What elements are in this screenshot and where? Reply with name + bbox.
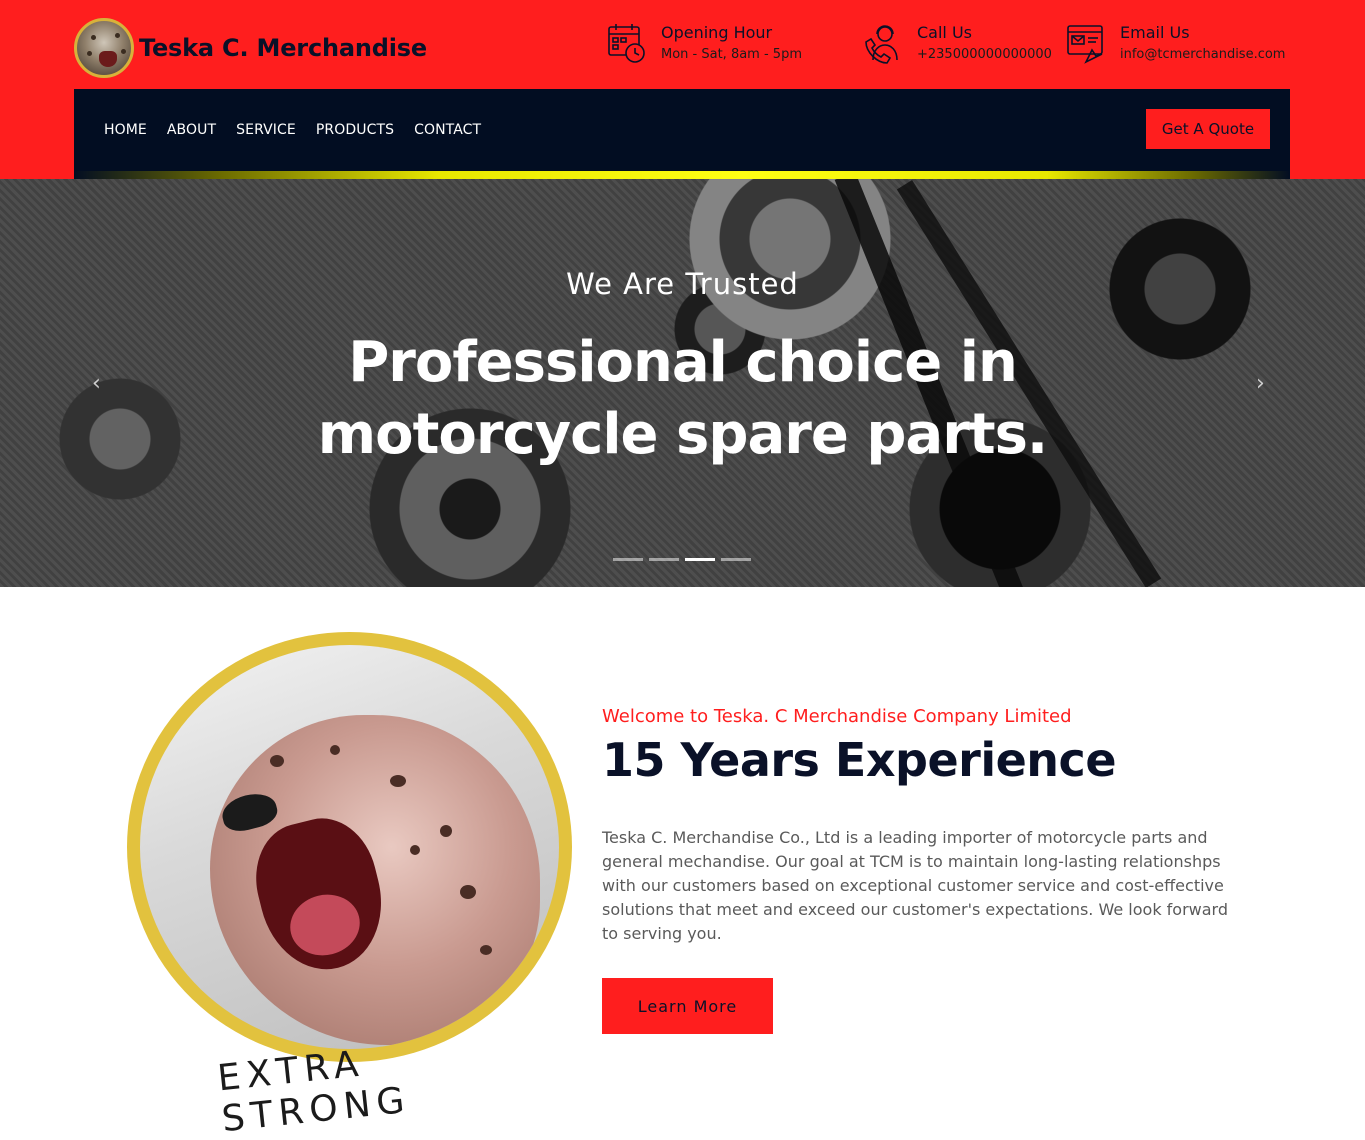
carousel-indicator[interactable] xyxy=(721,558,751,561)
call-us-title: Call Us xyxy=(917,23,972,42)
hero-title: Professional choice in motorcycle spare … xyxy=(0,327,1365,471)
email-us-info: Email Us info@tcmerchandise.com xyxy=(1066,22,1285,64)
nav-home[interactable]: HOME xyxy=(104,122,147,138)
carousel-prev-icon[interactable]: ‹ xyxy=(92,371,101,396)
hero-carousel: We Are Trusted Professional choice in mo… xyxy=(0,179,1365,587)
hero-title-line-2: motorcycle spare parts. xyxy=(317,402,1048,467)
email-browser-icon xyxy=(1067,25,1103,64)
navbar-glow-divider xyxy=(74,171,1290,179)
carousel-indicators xyxy=(613,558,757,561)
about-title: 15 Years Experience xyxy=(602,733,1117,787)
about-tagline: Welcome to Teska. C Merchandise Company … xyxy=(602,706,1072,727)
brand-name: Teska C. Merchandise xyxy=(139,34,427,62)
call-us-info: Call Us +235000000000000 xyxy=(863,22,1052,64)
nav-about[interactable]: ABOUT xyxy=(167,122,216,138)
carousel-indicator[interactable] xyxy=(649,558,679,561)
email-us-value[interactable]: info@tcmerchandise.com xyxy=(1120,46,1285,64)
top-header: Teska C. Merchandise Opening Hour Mon - … xyxy=(0,0,1365,179)
hero-title-line-1: Professional choice in xyxy=(348,330,1018,395)
learn-more-button[interactable]: Learn More xyxy=(602,978,773,1034)
calendar-clock-icon xyxy=(608,24,645,63)
get-quote-button[interactable]: Get A Quote xyxy=(1146,109,1270,149)
nav-service[interactable]: SERVICE xyxy=(236,122,296,138)
carousel-next-icon[interactable]: › xyxy=(1256,371,1265,396)
carousel-indicator[interactable] xyxy=(613,558,643,561)
email-us-title: Email Us xyxy=(1120,23,1190,42)
opening-hour-value: Mon - Sat, 8am - 5pm xyxy=(661,47,802,62)
brand-link[interactable]: Teska C. Merchandise xyxy=(74,18,427,78)
call-agent-icon xyxy=(865,25,898,64)
call-us-value[interactable]: +235000000000000 xyxy=(917,46,1052,64)
nav-products[interactable]: PRODUCTS xyxy=(316,122,394,138)
brand-logo xyxy=(74,18,134,78)
opening-hour-title: Opening Hour xyxy=(661,23,773,42)
carousel-indicator-active[interactable] xyxy=(685,558,715,561)
main-navbar: HOME ABOUT SERVICE PRODUCTS CONTACT Get … xyxy=(74,89,1290,179)
cheetah-image xyxy=(140,645,559,1049)
nav-contact[interactable]: CONTACT xyxy=(414,122,481,138)
opening-hour-info: Opening Hour Mon - Sat, 8am - 5pm xyxy=(607,22,802,64)
about-description: Teska C. Merchandise Co., Ltd is a leadi… xyxy=(602,828,1229,943)
about-image: EXTRA STRONG xyxy=(127,632,572,1140)
nav-links: HOME ABOUT SERVICE PRODUCTS CONTACT xyxy=(104,89,501,171)
hero-subtitle: We Are Trusted xyxy=(566,267,799,301)
